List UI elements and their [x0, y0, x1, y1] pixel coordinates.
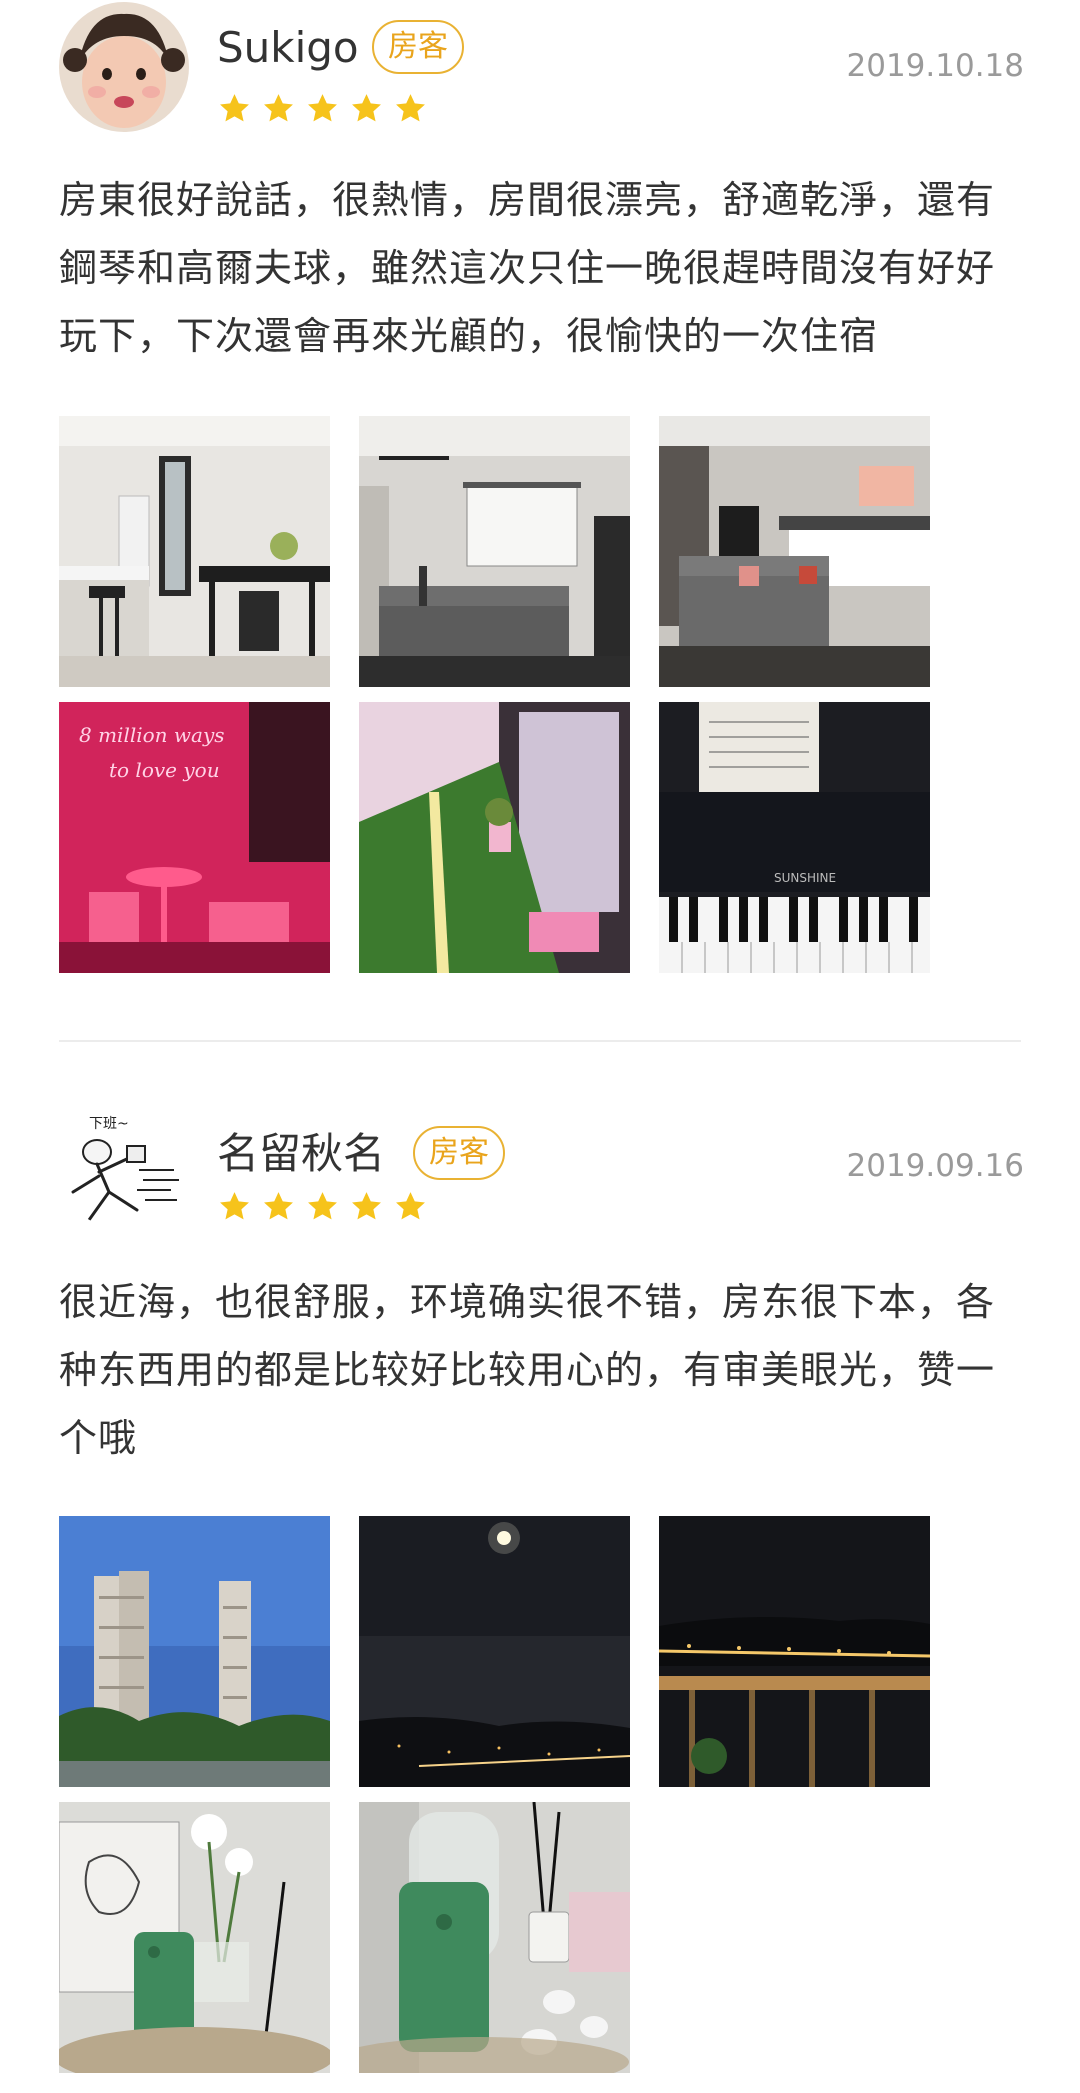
review-photo[interactable] [359, 1802, 630, 2073]
star-icon [396, 1192, 425, 1220]
review-photo[interactable] [359, 1516, 630, 1787]
svg-text:SUNSHINE: SUNSHINE [774, 871, 836, 885]
star-icon [352, 1192, 381, 1220]
review-photo[interactable] [59, 1516, 330, 1787]
star-icon [264, 1192, 293, 1220]
star-rating [218, 92, 427, 125]
review-text: 房東很好說話，很熱情，房間很漂亮，舒適乾淨，還有鋼琴和高爾夫球，雖然這次只住一晚… [59, 178, 996, 358]
star-icon [264, 94, 293, 122]
running-cartoon-avatar-icon: 下班~ [59, 1100, 189, 1230]
review-card: Sukigo 房客 2019.10.18 房東很好說話，很熱情，房間很漂亮，舒適… [0, 0, 1080, 1040]
star-rating [218, 1190, 427, 1223]
review-card: 下班~ 名留秋名 房客 2019.09.16 很近海，也很舒服，环境确实很不错，… [0, 1040, 1080, 2093]
night-view-balcony-photo [659, 1516, 930, 1787]
review-text: 很近海，也很舒服，环境确实很不错，房东很下本，各种东西用的都是比较好比较用心的，… [59, 1280, 996, 1460]
star-icon [308, 94, 337, 122]
review-date: 2019.10.18 [846, 48, 1025, 84]
star-icon [220, 1192, 249, 1220]
putting-green-balcony-photo [359, 702, 630, 973]
star-icon [352, 94, 381, 122]
avatar[interactable] [59, 2, 189, 132]
username[interactable]: 名留秋名 [217, 1128, 385, 1180]
guest-badge: 房客 [372, 20, 464, 74]
review-photo[interactable] [359, 416, 630, 687]
kitchen-dining-photo [59, 416, 330, 687]
star-icon [308, 1192, 337, 1220]
star-icon [220, 94, 249, 122]
guest-badge: 房客 [413, 1126, 505, 1180]
neon-sign-balcony-photo: 8 million ways to love you [59, 702, 330, 973]
svg-text:to love you: to love you [109, 758, 220, 782]
svg-text:下班~: 下班~ [89, 1116, 129, 1132]
review-photo[interactable] [59, 416, 330, 687]
star-icon [396, 94, 425, 122]
review-photo[interactable]: 8 million ways to love you [59, 702, 330, 973]
living-room-projector-photo [359, 416, 630, 687]
review-photo[interactable] [659, 1516, 930, 1787]
review-photo[interactable] [59, 1802, 330, 2073]
child-face-avatar-icon [59, 2, 189, 132]
phone-flowers-photo [59, 1802, 330, 2073]
svg-text:8 million ways: 8 million ways [79, 723, 225, 747]
review-photo[interactable] [359, 702, 630, 973]
review-photo[interactable] [659, 416, 930, 687]
bedroom-sofa-photo [659, 416, 930, 687]
username[interactable]: Sukigo [217, 22, 359, 74]
phone-diffuser-photo [359, 1802, 630, 2073]
night-sky-moon-photo [359, 1516, 630, 1787]
review-photo[interactable]: SUNSHINE [659, 702, 930, 973]
review-date: 2019.09.16 [846, 1148, 1025, 1184]
high-rise-buildings-photo [59, 1516, 330, 1787]
piano-keys-photo: SUNSHINE [659, 702, 930, 973]
avatar[interactable]: 下班~ [59, 1100, 189, 1230]
